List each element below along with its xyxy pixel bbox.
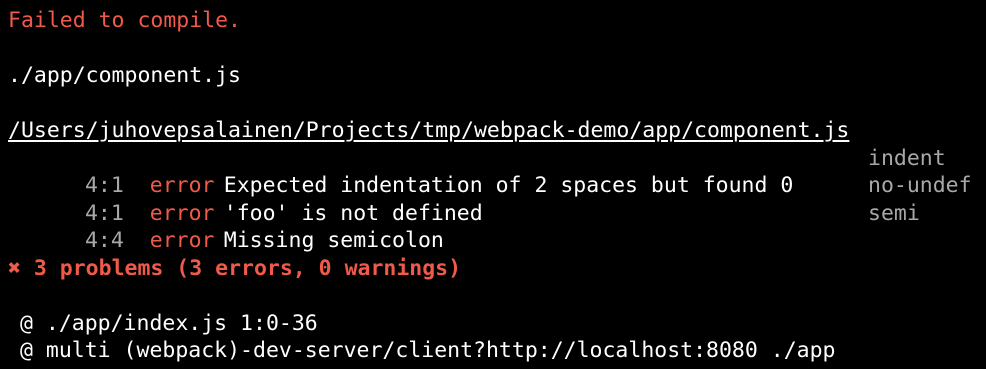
compile-status-heading: Failed to compile. <box>8 8 241 33</box>
file-path-link[interactable]: /Users/juhovepsalainen/Projects/tmp/webp… <box>8 117 986 145</box>
module-path: ./app/component.js <box>8 63 241 88</box>
origin-line: @ multi (webpack)-dev-server/client?http… <box>20 338 836 363</box>
summary-text: 3 problems (3 errors, 0 warnings) <box>33 255 462 281</box>
problem-rule: semi <box>868 200 920 226</box>
problem-rule: indent <box>868 145 946 171</box>
problem-row: 4:1 error Expected indentation of 2 spaces… <box>8 145 986 199</box>
problem-row: 4:4 error Missing semicolon semi <box>8 200 986 254</box>
problem-message: Missing semicolon <box>223 228 444 253</box>
problem-severity: error <box>149 228 215 253</box>
problems-summary: ✖ 3 problems (3 errors, 0 warnings) <box>8 255 986 283</box>
problem-rule: no-undef <box>868 173 972 198</box>
terminal-window: Failed to compile. ./app/component.js /U… <box>0 0 986 369</box>
problem-row: 4:1 error'foo' is not defined no-undef <box>8 172 986 226</box>
problem-location: 4:4 <box>84 228 124 253</box>
origin-line: @ ./app/index.js 1:0-36 <box>20 310 318 336</box>
